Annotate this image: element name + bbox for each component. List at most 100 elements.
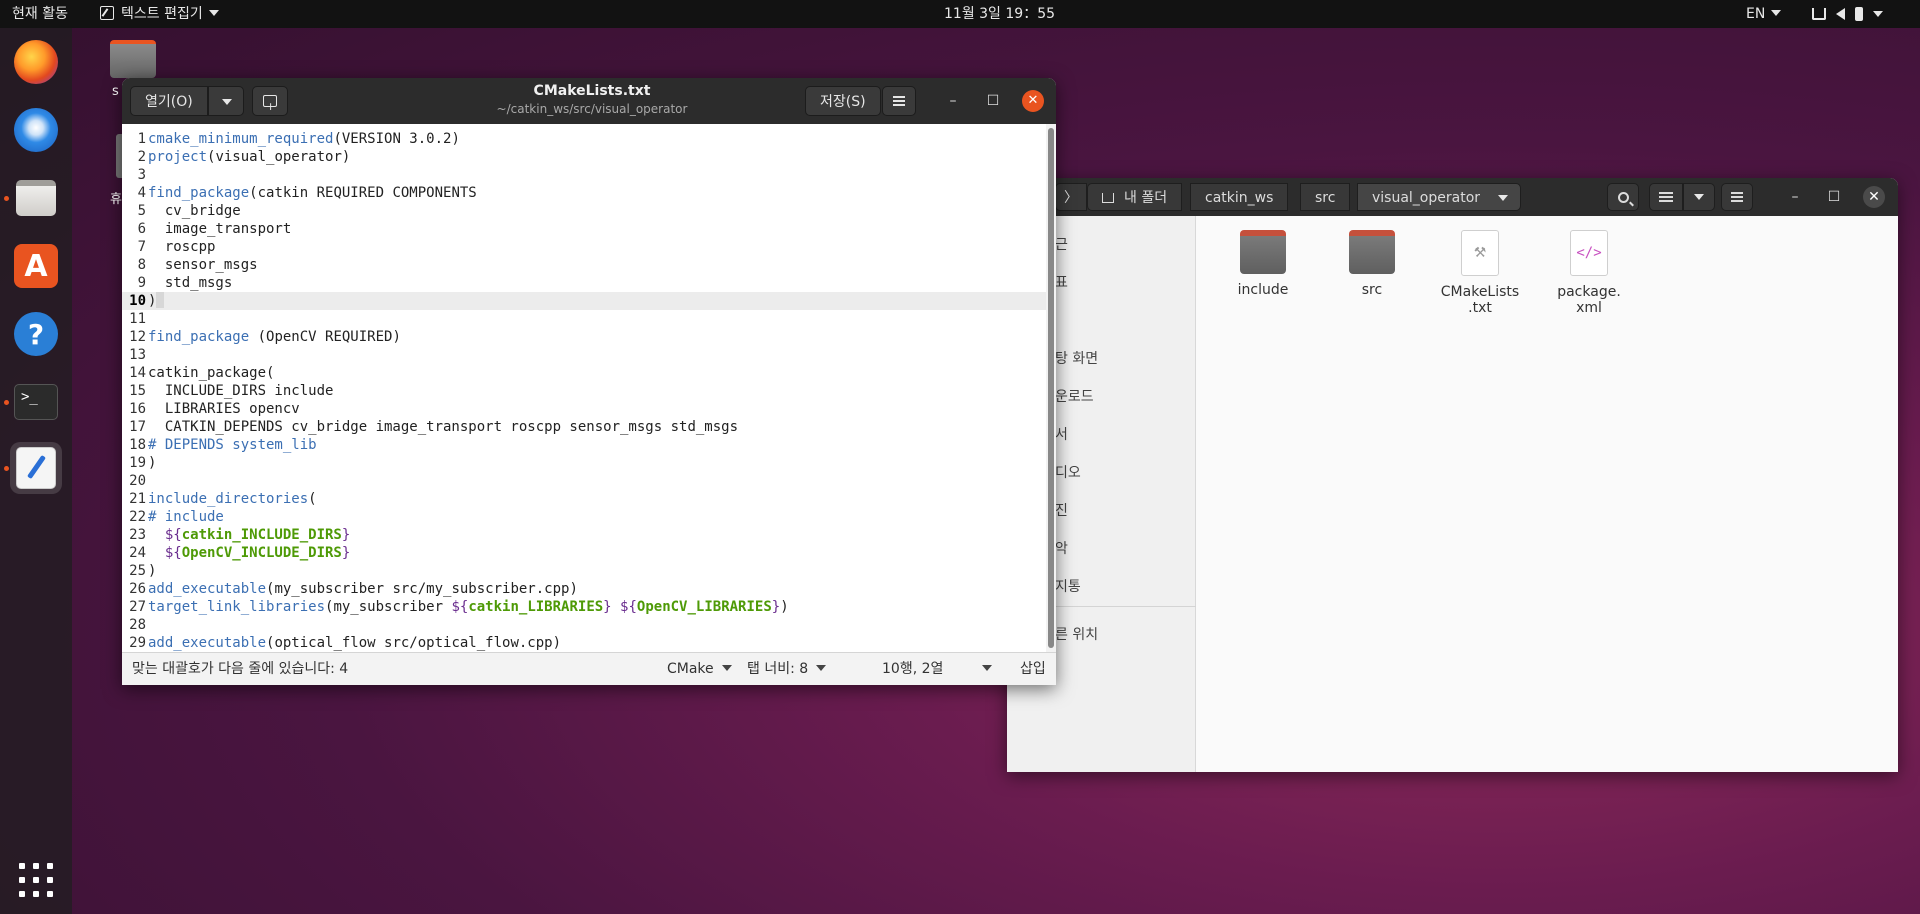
sidebar-item-downloads[interactable]: 운로드: [1055, 386, 1094, 406]
code-token: }: [341, 527, 351, 543]
file-item-src[interactable]: src: [1327, 230, 1417, 298]
code-line[interactable]: 9 std_msgs: [122, 274, 1046, 292]
desktop-home-label: s: [112, 84, 119, 99]
code-line[interactable]: 13: [122, 346, 1046, 364]
code-line[interactable]: 12 find_package (OpenCV REQUIRED): [122, 328, 1046, 346]
sidebar-item-trash[interactable]: 지통: [1055, 576, 1081, 596]
cursor-position[interactable]: 10행, 2열: [882, 653, 943, 685]
code-line[interactable]: 1 cmake_minimum_required(VERSION 3.0.2): [122, 130, 1046, 148]
dock-help[interactable]: ?: [10, 308, 62, 360]
code-line[interactable]: 29 add_executable(optical_flow src/optica…: [122, 634, 1046, 652]
sidebar-item-music[interactable]: 디오: [1055, 462, 1081, 482]
forward-button[interactable]: 〉: [1055, 183, 1087, 211]
code-line[interactable]: 27 target_link_libraries(my_subscriber ${…: [122, 598, 1046, 616]
save-button[interactable]: 저장(S): [805, 86, 881, 116]
maximize-button[interactable]: ☐: [1823, 186, 1845, 208]
code-line[interactable]: 19): [122, 454, 1046, 472]
code-line[interactable]: 17 CATKIN_DEPENDS cv_bridge image_transp…: [122, 418, 1046, 436]
code-line[interactable]: 7 roscpp: [122, 238, 1046, 256]
code-line[interactable]: 23 ${catkin_INCLUDE_DIRS}: [122, 526, 1046, 544]
code-line[interactable]: 20: [122, 472, 1046, 490]
new-tab-button[interactable]: [252, 86, 288, 122]
text-editor-window: 열기(O) CMakeLists.txt ~/catkin_ws/src/vis…: [122, 78, 1056, 685]
text-editor-icon: [100, 6, 114, 20]
tab-width-selector[interactable]: 탭 너비: 8: [747, 653, 827, 685]
files-menu-button[interactable]: [1721, 183, 1753, 211]
file-item-package-xml[interactable]: </> package. xml: [1544, 230, 1634, 316]
code-line[interactable]: 25): [122, 562, 1046, 580]
line-number: 29: [129, 635, 146, 651]
language-selector[interactable]: CMake: [667, 653, 732, 685]
code-token: catkin_package(: [148, 365, 275, 381]
sidebar-item-other-locations[interactable]: 른 위치: [1055, 624, 1098, 644]
dock-thunderbird[interactable]: [10, 104, 62, 156]
show-applications-button[interactable]: [10, 854, 62, 906]
scrollbar-thumb[interactable]: [1048, 128, 1054, 648]
input-language-menu[interactable]: EN: [1746, 0, 1782, 28]
code-line[interactable]: 15 INCLUDE_DIRS include: [122, 382, 1046, 400]
vertical-scrollbar[interactable]: [1046, 124, 1056, 652]
input-language-label: EN: [1746, 6, 1766, 22]
dock-terminal[interactable]: >_: [10, 376, 62, 428]
sidebar-item-recent[interactable]: 근: [1055, 234, 1068, 254]
code-line[interactable]: 8 sensor_msgs: [122, 256, 1046, 274]
code-token: roscpp: [148, 239, 216, 255]
path-visual-operator[interactable]: visual_operator: [1357, 183, 1522, 211]
dock-software[interactable]: A: [10, 240, 62, 292]
maximize-button[interactable]: ☐: [982, 90, 1004, 112]
code-line[interactable]: 28: [122, 616, 1046, 634]
code-line[interactable]: 11: [122, 310, 1046, 328]
show-apps-icon: [19, 863, 53, 897]
code-token: # include: [148, 509, 224, 525]
line-number: 20: [129, 473, 146, 489]
activities-button[interactable]: 현재 활동: [12, 0, 68, 28]
file-item-cmakelists[interactable]: ⚒ CMakeLists .txt: [1435, 230, 1525, 316]
view-options-button[interactable]: [1683, 183, 1715, 211]
new-tab-icon: [263, 92, 277, 122]
dock-firefox[interactable]: [10, 36, 62, 88]
view-list-button[interactable]: [1649, 183, 1683, 211]
code-line[interactable]: 21 include_directories(: [122, 490, 1046, 508]
editor-menu-button[interactable]: [882, 86, 916, 116]
app-menu[interactable]: 텍스트 편집기: [100, 0, 219, 28]
code-line[interactable]: 2 project(visual_operator): [122, 148, 1046, 166]
minimize-button[interactable]: –: [942, 90, 964, 112]
code-line[interactable]: 5 cv_bridge: [122, 202, 1046, 220]
line-number: 8: [137, 257, 146, 273]
code-line[interactable]: 18 # DEPENDS system_lib: [122, 436, 1046, 454]
code-line[interactable]: 14 catkin_package(: [122, 364, 1046, 382]
close-button[interactable]: ✕: [1022, 90, 1044, 112]
cursor-position-dropdown[interactable]: [982, 653, 992, 685]
path-catkin-ws[interactable]: catkin_ws: [1190, 183, 1289, 211]
code-editor[interactable]: 1 cmake_minimum_required(VERSION 3.0.2) 2 p…: [122, 124, 1056, 652]
sidebar-item-documents[interactable]: 서: [1055, 424, 1068, 444]
open-recent-dropdown[interactable]: [208, 86, 244, 116]
running-indicator: [4, 466, 9, 471]
dock-text-editor[interactable]: [10, 442, 62, 494]
minimize-button[interactable]: –: [1784, 186, 1806, 208]
code-line[interactable]: 4 find_package(catkin REQUIRED COMPONENTS: [122, 184, 1046, 202]
software-store-icon: A: [14, 244, 58, 288]
sidebar-item-pictures[interactable]: 진: [1055, 500, 1068, 520]
code-line[interactable]: 24 ${OpenCV_INCLUDE_DIRS}: [122, 544, 1046, 562]
code-line[interactable]: 16 LIBRARIES opencv: [122, 400, 1046, 418]
sidebar-item-desktop[interactable]: 탕 화면: [1055, 348, 1098, 368]
system-menu[interactable]: [1812, 0, 1883, 28]
desktop-home-folder-icon[interactable]: [110, 40, 156, 78]
search-button[interactable]: [1607, 183, 1639, 211]
code-line[interactable]: 10): [122, 292, 1046, 310]
path-src[interactable]: src: [1300, 183, 1351, 211]
path-home[interactable]: 내 폴더: [1087, 183, 1183, 211]
code-line[interactable]: 22 # include: [122, 508, 1046, 526]
file-item-include[interactable]: include: [1218, 230, 1308, 298]
sidebar-item-videos[interactable]: 악: [1055, 538, 1068, 558]
sidebar-item-starred[interactable]: 표: [1055, 272, 1068, 292]
dock-files[interactable]: [10, 172, 62, 224]
close-button[interactable]: ✕: [1863, 186, 1885, 208]
insert-mode[interactable]: 삽입: [1020, 653, 1046, 685]
code-line[interactable]: 3: [122, 166, 1046, 184]
clock[interactable]: 11월 3일 19：55: [944, 0, 1055, 28]
code-line[interactable]: 26 add_executable(my_subscriber src/my_su…: [122, 580, 1046, 598]
code-line[interactable]: 6 image_transport: [122, 220, 1046, 238]
open-button[interactable]: 열기(O): [130, 86, 208, 116]
